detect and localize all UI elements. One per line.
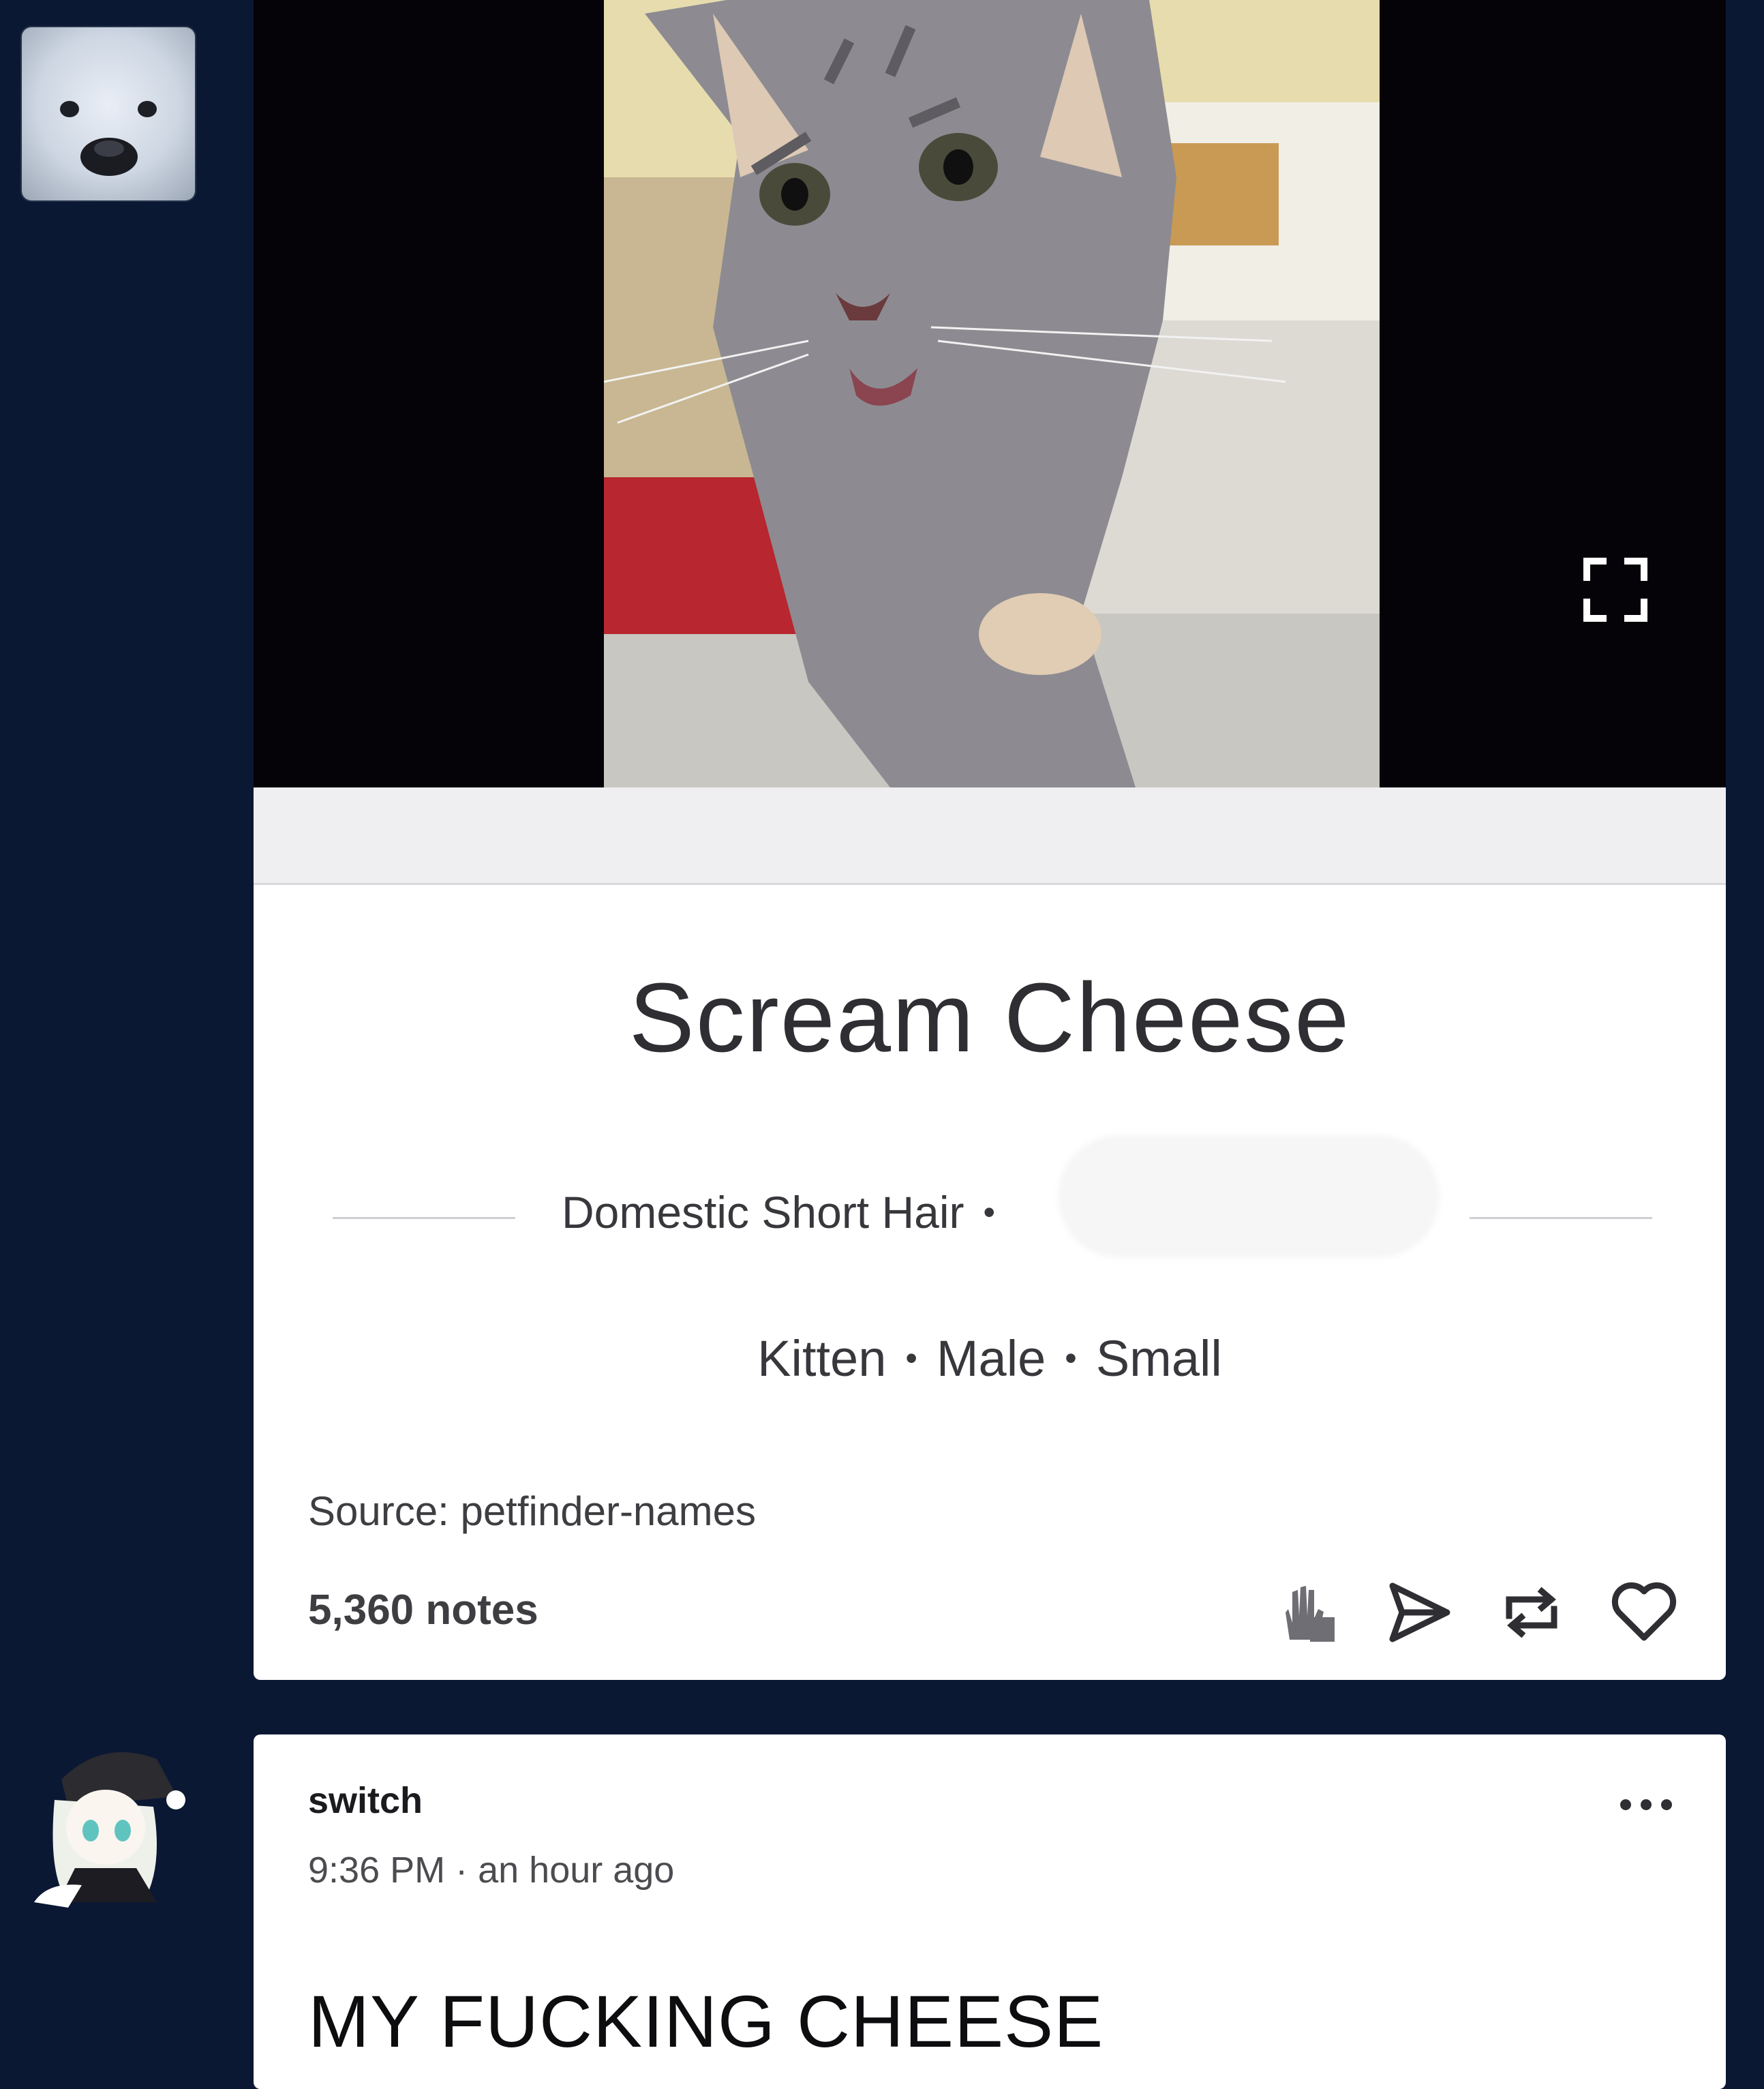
share-button[interactable]	[1382, 1575, 1457, 1650]
source-link[interactable]: Source: petfinder-names	[308, 1488, 756, 1535]
separator-dot: •	[1065, 1339, 1077, 1378]
divider-right	[1470, 1217, 1652, 1219]
more-options-button[interactable]	[1615, 1788, 1677, 1822]
reblog-icon	[1506, 1587, 1557, 1638]
seal-avatar[interactable]	[22, 27, 195, 200]
expand-button[interactable]	[1581, 556, 1649, 624]
expand-icon	[1583, 558, 1647, 622]
separator-dot: •	[905, 1339, 917, 1378]
breed-row: Domestic Short Hair •	[562, 1186, 1014, 1238]
divider-left	[333, 1217, 515, 1219]
high-five-icon	[1286, 1586, 1335, 1642]
pet-name-heading: Scream Cheese	[628, 963, 1351, 1072]
heart-icon	[1611, 1582, 1677, 1641]
kitten-photo[interactable]	[604, 0, 1380, 787]
share-icon	[1389, 1582, 1450, 1642]
separator-dot: •	[983, 1192, 996, 1231]
kitten-image	[604, 0, 1380, 787]
post-card-petfinder: Scream Cheese Domestic Short Hair • Kitte…	[254, 0, 1726, 1680]
age-label: Kitten	[757, 1330, 887, 1387]
seal-face-icon	[60, 101, 157, 176]
post-username[interactable]: switch	[308, 1779, 423, 1822]
more-icon	[1620, 1799, 1672, 1810]
like-button[interactable]	[1607, 1575, 1682, 1650]
santa-girl-icon	[34, 1752, 185, 1908]
redacted-location	[1058, 1135, 1440, 1258]
photo-footer-band	[254, 787, 1726, 885]
pet-details-row: Kitten • Male • Small	[254, 1329, 1726, 1387]
post-timestamp[interactable]: 9:36 PM · an hour ago	[308, 1849, 674, 1891]
sex-label: Male	[936, 1330, 1046, 1387]
post-body-text: MY FUCKING CHEESE	[308, 1980, 1104, 2062]
photo-container	[254, 0, 1726, 787]
reblog-button[interactable]	[1494, 1575, 1569, 1650]
breed-label: Domestic Short Hair	[562, 1187, 964, 1237]
size-label: Small	[1095, 1330, 1222, 1387]
anime-avatar[interactable]	[20, 1732, 191, 1916]
post-actions	[254, 1575, 1726, 1650]
post-card-switch: switch 9:36 PM · an hour ago MY FUCKING …	[254, 1734, 1726, 2089]
high-five-button[interactable]	[1269, 1575, 1344, 1650]
